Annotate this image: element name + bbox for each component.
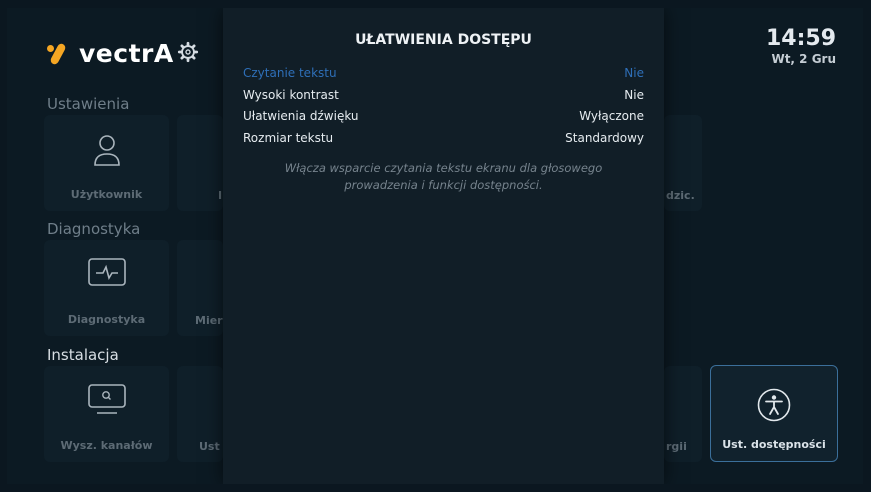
section-title-ustawienia: Ustawienia: [47, 95, 130, 113]
gear-icon[interactable]: [177, 41, 199, 63]
section-title-diagnostyka: Diagnostyka: [47, 220, 141, 238]
option-value: Wyłączone: [579, 109, 644, 123]
tile-wysz-kanalow[interactable]: Wysz. kanałów: [44, 366, 169, 462]
vectra-logo: vectrA: [47, 36, 174, 70]
settings-screen: vectrA 14:59 Wt, 2 Gru Ustawienia Diagno…: [7, 8, 863, 484]
tile-partial-label: Mier: [195, 314, 223, 327]
tv-search-icon: [87, 384, 126, 414]
option-label: Rozmiar tekstu: [243, 131, 334, 145]
accessibility-dialog: UŁATWIENIA DOSTĘPU Czytanie tekstu Nie W…: [223, 8, 664, 484]
brand-name: vectrA: [79, 38, 174, 68]
option-label: Czytanie tekstu: [243, 66, 337, 80]
option-label: Wysoki kontrast: [243, 88, 339, 102]
option-rozmiar-tekstu[interactable]: Rozmiar tekstu Standardowy: [243, 131, 644, 149]
tile-label: Ust. dostępności: [722, 438, 826, 451]
option-ulatwienia-dzwieku[interactable]: Ułatwienia dźwięku Wyłączone: [243, 109, 644, 127]
tile-partial-label: rgii: [666, 440, 687, 453]
option-label: Ułatwienia dźwięku: [243, 109, 359, 123]
tile-label: Diagnostyka: [67, 313, 146, 326]
option-value: Nie: [624, 66, 644, 80]
user-icon: [93, 135, 120, 166]
clock-date: Wt, 2 Gru: [771, 52, 836, 66]
tile-partial-label: Ust: [199, 440, 220, 453]
tile-partial-label: I: [218, 189, 223, 202]
accessibility-icon: [757, 388, 791, 422]
tile-label: Użytkownik: [70, 188, 143, 201]
tile-diagnostyka[interactable]: Diagnostyka: [44, 240, 169, 336]
section-title-instalacja: Instalacja: [47, 346, 119, 364]
option-value: Standardowy: [565, 131, 644, 145]
pulse-monitor-icon: [87, 258, 126, 286]
tile-label: Wysz. kanałów: [60, 439, 153, 452]
tile-partial-row1-left[interactable]: [177, 115, 223, 211]
clock: 14:59 Wt, 2 Gru: [766, 26, 836, 66]
clock-time: 14:59: [765, 26, 836, 51]
tile-partial-label: dzic.: [666, 189, 695, 202]
tile-ust-dostepnosci[interactable]: Ust. dostępności: [710, 365, 838, 462]
vectra-logo-mark: [47, 41, 71, 66]
option-wysoki-kontrast[interactable]: Wysoki kontrast Nie: [243, 88, 644, 106]
dialog-title: UŁATWIENIA DOSTĘPU: [355, 32, 532, 48]
option-description: Włącza wsparcie czytania tekstu ekranu d…: [284, 161, 603, 192]
tile-uzytkownik[interactable]: Użytkownik: [44, 115, 169, 211]
option-value: Nie: [624, 88, 644, 102]
option-czytanie-tekstu[interactable]: Czytanie tekstu Nie: [243, 66, 644, 84]
